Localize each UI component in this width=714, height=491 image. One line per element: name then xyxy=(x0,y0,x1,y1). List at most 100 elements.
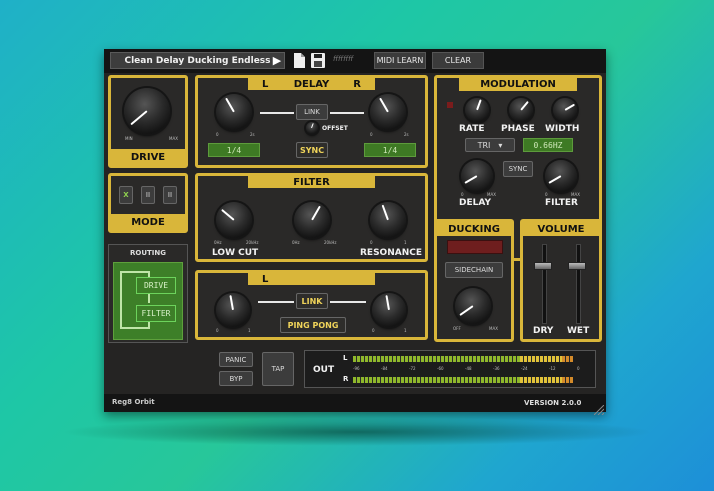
low-cut-label: LOW CUT xyxy=(212,248,259,258)
feedback-link-button[interactable]: LINK xyxy=(296,293,328,309)
delay-left-max: 2s xyxy=(250,132,255,137)
plugin-window: ◀ Clean Delay Ducking Endless ▶ ffffffff… xyxy=(104,49,606,416)
mode-title: MODE xyxy=(111,214,185,230)
meter-segment xyxy=(520,377,562,383)
dry-label: DRY xyxy=(533,326,554,336)
ducking-knob[interactable] xyxy=(455,288,491,324)
delay-panel: L DELAY R 0 2s 0 2s LINK OFFSET SYNC 1/4… xyxy=(195,75,428,168)
width-label: WIDTH xyxy=(545,124,580,134)
delay-title: DELAY xyxy=(293,78,330,90)
feedback-left-max: 1 xyxy=(248,328,251,333)
meter-bar-r xyxy=(353,377,585,383)
wet-fader-track xyxy=(576,244,581,324)
low-cut-min: 0Hz xyxy=(214,240,222,245)
feedback-left-knob[interactable] xyxy=(216,293,250,327)
mod-delay-min: 0 xyxy=(461,192,464,197)
meter-scale-tick: -36 xyxy=(493,366,500,371)
high-cut-max: 20kHz xyxy=(324,240,337,245)
top-bar: ◀ Clean Delay Ducking Endless ▶ ffffffff… xyxy=(104,49,606,73)
mod-led xyxy=(447,102,453,108)
rate-knob[interactable] xyxy=(465,98,489,122)
midi-learn-button[interactable]: MIDI LEARN xyxy=(374,52,426,69)
low-cut-max: 20kHz xyxy=(246,240,259,245)
sidechain-button[interactable]: SIDECHAIN xyxy=(445,262,503,278)
next-preset-icon[interactable]: ▶ xyxy=(270,52,284,69)
meter-ch-l: L xyxy=(343,354,348,362)
filter-panel: FILTER 0Hz 20kHz LOW CUT 0Hz 20kHz 0 1 R… xyxy=(195,173,428,262)
routing-drive-box[interactable]: DRIVE xyxy=(136,277,176,294)
mod-filter-min: 0 xyxy=(545,192,548,197)
bypass-button[interactable]: BYP xyxy=(219,371,253,386)
resonance-label: RESONANCE xyxy=(360,248,422,258)
meter-scale-tick: -12 xyxy=(549,366,556,371)
delay-left-knob[interactable] xyxy=(216,94,252,130)
drive-max: MAX xyxy=(169,136,178,141)
tap-button[interactable]: TAP xyxy=(262,352,294,386)
preset-selector[interactable]: Clean Delay Ducking Endless xyxy=(110,52,285,69)
panic-button[interactable]: PANIC xyxy=(219,352,253,367)
feedback-right-min: 0 xyxy=(372,328,375,333)
feedback-right-max: 1 xyxy=(404,328,407,333)
save-icon[interactable] xyxy=(311,53,325,68)
meter-scale-tick: -60 xyxy=(437,366,444,371)
delay-right-value[interactable]: 1/4 xyxy=(364,143,416,157)
mod-sync-button[interactable]: SYNC xyxy=(503,161,533,177)
extra-label: ffffffff xyxy=(333,55,354,63)
brand-logo: Reg8 Orbit xyxy=(112,398,155,406)
mode-panel: X II II MODE xyxy=(108,173,188,233)
resonance-knob[interactable] xyxy=(370,202,406,238)
wet-fader-handle[interactable] xyxy=(568,261,586,270)
phase-label: PHASE xyxy=(501,124,535,134)
drive-title: DRIVE xyxy=(111,149,185,165)
mod-shape-select[interactable]: TRI ▾ xyxy=(465,138,515,152)
delay-left-min: 0 xyxy=(216,132,219,137)
drive-min: MIN xyxy=(125,136,133,141)
meter-segment xyxy=(561,377,574,383)
ducking-title: DUCKING xyxy=(437,222,511,236)
high-cut-knob[interactable] xyxy=(294,202,330,238)
mod-frequency-value[interactable]: 0.66HZ xyxy=(523,138,573,152)
delay-left-value[interactable]: 1/4 xyxy=(208,143,260,157)
mod-delay-knob[interactable] xyxy=(461,160,493,192)
delay-title-l: L xyxy=(262,78,269,90)
ping-pong-button[interactable]: PING PONG xyxy=(280,317,346,333)
width-knob[interactable] xyxy=(553,98,577,122)
meter-scale: -96 -84 -72 -60 -48 -36 -24 -12 0 xyxy=(353,365,585,373)
mode-option-3[interactable]: II xyxy=(163,186,177,204)
mode-option-2[interactable]: II xyxy=(141,186,155,204)
feedback-right-knob[interactable] xyxy=(372,293,406,327)
meter-scale-tick: 0 xyxy=(577,366,580,371)
filter-title: FILTER xyxy=(248,176,375,188)
mod-filter-knob[interactable] xyxy=(545,160,577,192)
dry-fader-handle[interactable] xyxy=(534,261,552,270)
high-cut-min: 0Hz xyxy=(292,240,300,245)
phase-knob[interactable] xyxy=(509,98,533,122)
low-cut-knob[interactable] xyxy=(216,202,252,238)
feedback-title: L xyxy=(248,273,375,285)
delay-title-bar: L DELAY R xyxy=(248,78,375,90)
resonance-max: 1 xyxy=(404,240,407,245)
offset-knob[interactable] xyxy=(306,122,318,134)
delay-right-knob[interactable] xyxy=(370,94,406,130)
mod-filter-max: MAX xyxy=(571,192,580,197)
clear-button[interactable]: CLEAR xyxy=(432,52,484,69)
routing-filter-box[interactable]: FILTER xyxy=(136,305,176,322)
delay-link-button[interactable]: LINK xyxy=(296,104,328,120)
ducking-off: OFF xyxy=(453,326,461,331)
meter-scale-tick: -84 xyxy=(381,366,388,371)
delay-link-line-left xyxy=(260,112,294,114)
routing-graph[interactable]: DRIVE FILTER xyxy=(113,262,183,340)
drop-shadow xyxy=(60,418,654,446)
output-meter: OUT L R -96 -84 -72 -60 -48 -36 -24 -12 0 xyxy=(304,350,596,388)
drive-knob[interactable] xyxy=(124,88,170,134)
meter-segment xyxy=(561,356,574,362)
meter-segment xyxy=(520,356,562,362)
feedback-link-line-right xyxy=(330,301,366,303)
mode-option-1[interactable]: X xyxy=(119,186,133,204)
new-file-icon[interactable] xyxy=(294,53,305,68)
routing-panel: ROUTING DRIVE FILTER xyxy=(108,244,188,343)
resize-grip-icon[interactable] xyxy=(593,400,605,416)
delay-title-r: R xyxy=(353,78,361,90)
feedback-link-line-left xyxy=(258,301,294,303)
delay-sync-button[interactable]: SYNC xyxy=(296,142,328,158)
